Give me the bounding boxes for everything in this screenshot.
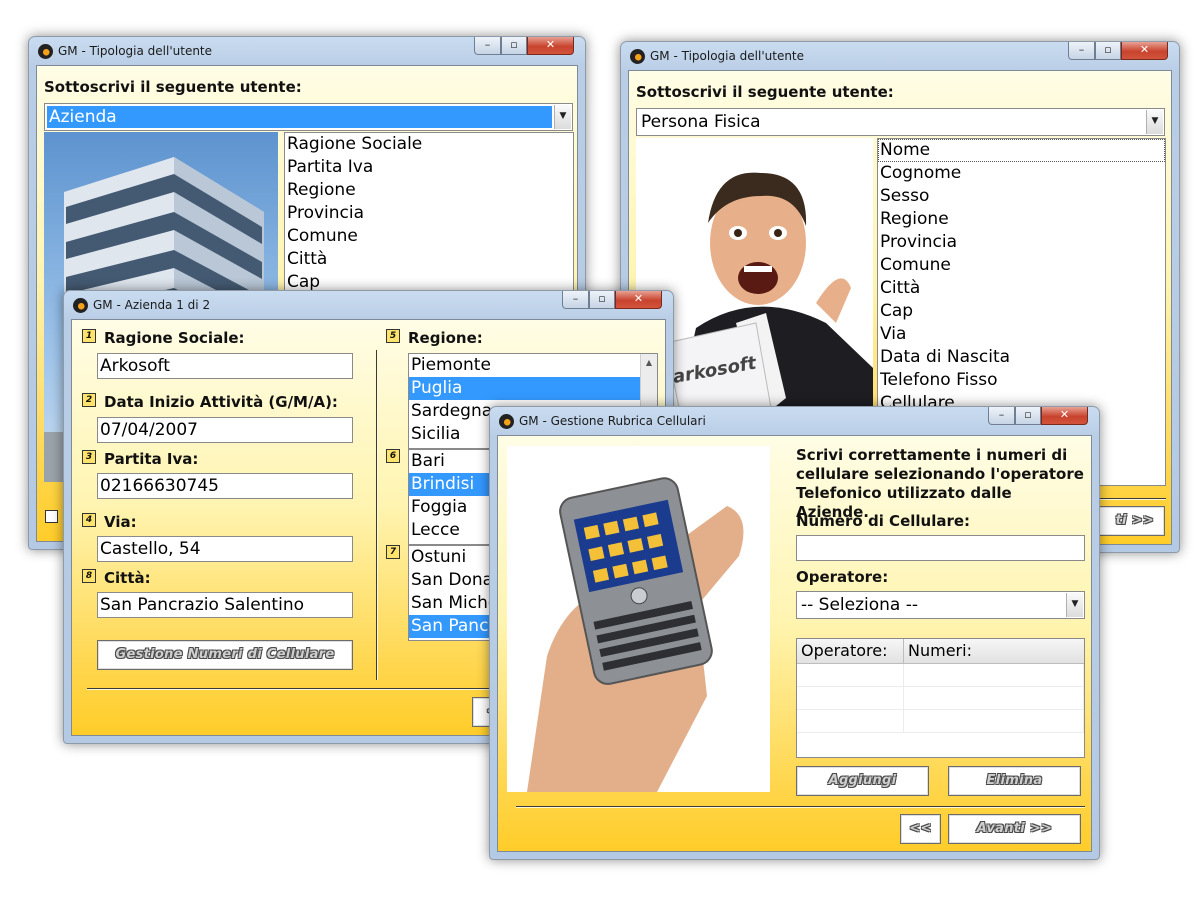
app-icon (499, 414, 514, 429)
operatore-select[interactable]: -- Seleziona -- ▼ (796, 591, 1085, 619)
user-type-value: Azienda (47, 106, 552, 128)
list-item[interactable]: Città (878, 277, 1165, 300)
gestione-cellulari-button[interactable]: Gestione Numeri di Cellulare (97, 640, 353, 670)
ragione-sociale-label: Ragione Sociale: (104, 329, 245, 347)
numeri-table[interactable]: Operatore: Numeri: (796, 638, 1085, 758)
back-button[interactable]: << (900, 814, 941, 844)
list-item[interactable]: Via (878, 323, 1165, 346)
maximize-button[interactable]: ▫ (1095, 42, 1121, 60)
aggiungi-button[interactable]: Aggiungi (796, 766, 929, 796)
step-badge: 3 (82, 450, 96, 464)
user-type-select[interactable]: Azienda ▼ (44, 103, 573, 131)
window-title: GM - Tipologia dell'utente (58, 44, 213, 58)
user-type-value: Persona Fisica (641, 112, 761, 132)
app-icon (73, 298, 88, 313)
list-item[interactable]: Sesso (878, 185, 1165, 208)
elimina-button[interactable]: Elimina (948, 766, 1081, 796)
instructions: Scrivi correttamente i numeri di cellula… (796, 446, 1084, 521)
maximize-button[interactable]: ▫ (501, 37, 527, 55)
via-field[interactable]: Castello, 54 (97, 536, 353, 562)
table-row[interactable] (797, 664, 1084, 687)
list-item[interactable]: Ragione Sociale (285, 133, 573, 156)
checkbox[interactable] (45, 510, 58, 523)
regione-label: Regione: (408, 329, 483, 347)
table-header: Operatore: Numeri: (797, 639, 1084, 664)
app-icon (38, 44, 53, 59)
close-button[interactable]: ✕ (1121, 42, 1168, 60)
table-row[interactable] (797, 687, 1084, 710)
separator (516, 806, 1085, 808)
mobile-phone-icon (527, 477, 744, 792)
window-title: GM - Gestione Rubrica Cellulari (519, 414, 706, 428)
step-badge: 1 (82, 329, 96, 343)
minimize-button[interactable]: – (474, 37, 501, 55)
separator (1094, 498, 1166, 500)
titlebar[interactable]: GM - Tipologia dell'utente – ▫ ✕ (628, 42, 1172, 70)
via-label: Via: (104, 513, 137, 531)
window-title: GM - Azienda 1 di 2 (93, 298, 211, 312)
list-item[interactable]: Provincia (878, 231, 1165, 254)
list-item[interactable]: Comune (285, 225, 573, 248)
titlebar[interactable]: GM - Tipologia dell'utente – ▫ ✕ (36, 37, 578, 65)
chevron-down-icon[interactable]: ▼ (554, 105, 571, 129)
list-item[interactable]: Comune (878, 254, 1165, 277)
partita-iva-field[interactable]: 02166630745 (97, 473, 353, 499)
phone-image (507, 446, 770, 792)
list-item[interactable]: Cap (878, 300, 1165, 323)
app-icon (630, 49, 645, 64)
titlebar[interactable]: GM - Gestione Rubrica Cellulari – ▫ ✕ (497, 407, 1092, 435)
operatore-value: -- Seleziona -- (801, 595, 919, 615)
close-button[interactable]: ✕ (1041, 407, 1088, 425)
minimize-button[interactable]: – (562, 291, 589, 309)
step-badge: 4 (82, 513, 96, 527)
client-area: Scrivi correttamente i numeri di cellula… (497, 435, 1092, 852)
list-item[interactable]: Regione (285, 179, 573, 202)
close-button[interactable]: ✕ (527, 37, 574, 55)
numero-cellulare-label: Numero di Cellulare: (796, 512, 971, 530)
titlebar[interactable]: GM - Azienda 1 di 2 – ▫ ✕ (71, 291, 666, 319)
table-row[interactable] (797, 710, 1084, 733)
next-button[interactable]: Avanti >> (948, 814, 1081, 844)
data-inizio-label: Data Inizio Attività (G/M/A): (104, 393, 338, 411)
partita-iva-label: Partita Iva: (104, 450, 199, 468)
column-header-operatore[interactable]: Operatore: (797, 639, 904, 663)
heading: Sottoscrivi il seguente utente: (44, 78, 302, 96)
minimize-button[interactable]: – (988, 407, 1015, 425)
list-item[interactable]: Puglia (409, 377, 657, 400)
column-separator (376, 350, 378, 680)
chevron-down-icon[interactable]: ▼ (1146, 110, 1163, 134)
step-badge: 7 (386, 545, 400, 559)
user-type-select[interactable]: Persona Fisica ▼ (636, 108, 1165, 136)
heading: Sottoscrivi il seguente utente: (636, 83, 894, 101)
data-inizio-field[interactable]: 07/04/2007 (97, 417, 353, 443)
maximize-button[interactable]: ▫ (1015, 407, 1041, 425)
list-item[interactable]: Cognome (878, 162, 1165, 185)
minimize-button[interactable]: – (1068, 42, 1095, 60)
list-item[interactable]: Telefono Fisso (878, 369, 1165, 392)
next-button[interactable]: ti >> (1089, 506, 1165, 536)
list-item[interactable]: Data di Nascita (878, 346, 1165, 369)
operatore-label: Operatore: (796, 568, 889, 586)
list-item[interactable]: Provincia (285, 202, 573, 225)
ragione-sociale-field[interactable]: Arkosoft (97, 353, 353, 379)
close-button[interactable]: ✕ (615, 291, 662, 309)
scroll-up-icon[interactable]: ▲ (641, 354, 657, 371)
list-item[interactable]: Regione (878, 208, 1165, 231)
step-badge: 2 (82, 393, 96, 407)
citta-field[interactable]: San Pancrazio Salentino (97, 592, 353, 618)
step-badge: 8 (82, 569, 96, 583)
chevron-down-icon[interactable]: ▼ (1066, 593, 1083, 617)
column-header-numeri[interactable]: Numeri: (904, 639, 1084, 663)
list-item[interactable]: Nome (878, 139, 1165, 162)
step-badge: 6 (386, 449, 400, 463)
step-badge: 5 (386, 329, 400, 343)
window-rubrica-cellulari: GM - Gestione Rubrica Cellulari – ▫ ✕ Sc… (489, 406, 1100, 860)
list-item[interactable]: Città (285, 248, 573, 271)
numero-cellulare-input[interactable] (796, 535, 1085, 561)
window-title: GM - Tipologia dell'utente (650, 49, 805, 63)
list-item[interactable]: Piemonte (409, 354, 657, 377)
maximize-button[interactable]: ▫ (589, 291, 615, 309)
list-item[interactable]: Partita Iva (285, 156, 573, 179)
citta-label: Città: (104, 569, 151, 587)
